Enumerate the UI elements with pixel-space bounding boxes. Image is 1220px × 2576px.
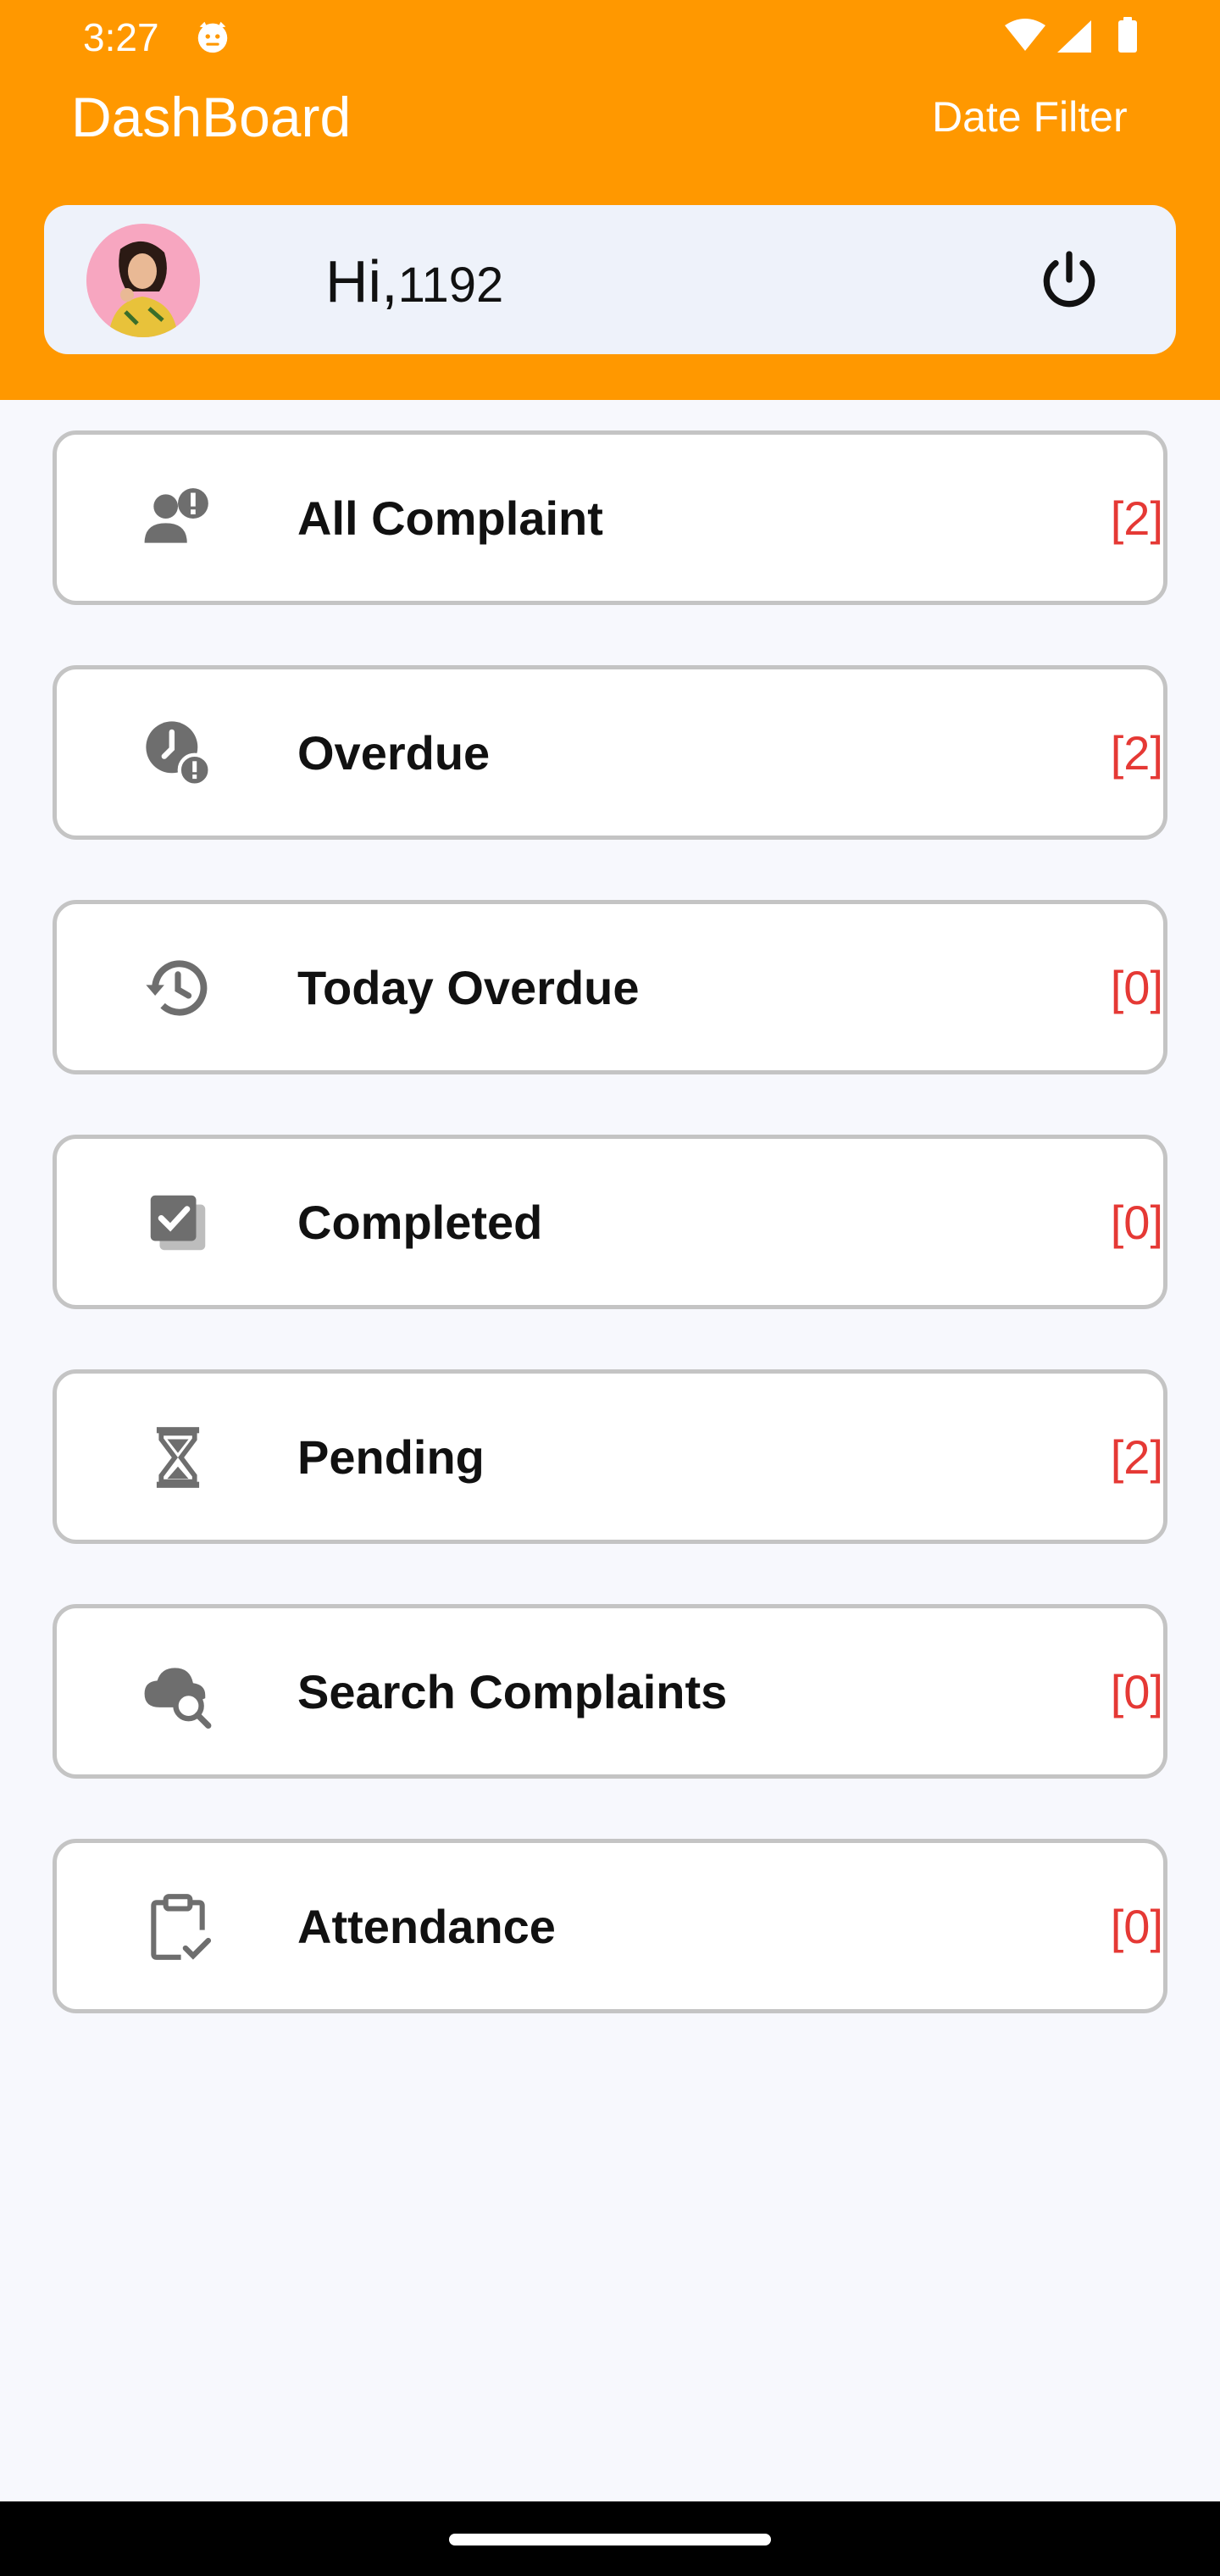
app-header: 3:27 DashBoard Date Filter Hi,1192: [0, 0, 1220, 400]
menu-item-label: Overdue: [297, 726, 491, 780]
user-avatar-icon: [86, 224, 200, 337]
wifi-icon: [1005, 19, 1045, 51]
menu-item-completed[interactable]: Completed [0]: [53, 1135, 1167, 1309]
status-icons: [1005, 17, 1137, 53]
android-cat-icon: [197, 21, 228, 53]
user-card: Hi,1192: [44, 205, 1176, 354]
menu-item-count: [2]: [1110, 1430, 1163, 1484]
menu-item-count: [2]: [1110, 491, 1163, 545]
menu-item-today-overdue[interactable]: Today Overdue [0]: [53, 900, 1167, 1074]
menu-item-count: [0]: [1110, 1196, 1163, 1249]
menu-item-label: Completed: [297, 1196, 543, 1249]
system-nav-bar: [0, 2501, 1220, 2576]
home-gesture-handle[interactable]: [449, 2534, 771, 2545]
menu-item-label: All Complaint: [297, 491, 603, 545]
greeting-hi: Hi,: [325, 248, 398, 314]
checklist-icon: [150, 1195, 206, 1251]
clock-alert-icon: [146, 721, 212, 787]
menu-item-label: Search Complaints: [297, 1665, 728, 1718]
menu-item-count: [0]: [1110, 1665, 1163, 1718]
signal-icon: [1057, 20, 1091, 53]
status-bar: 3:27: [0, 0, 1220, 75]
app-title: DashBoard: [71, 86, 352, 148]
menu-item-label: Today Overdue: [297, 961, 640, 1014]
menu-item-attendance[interactable]: Attendance [0]: [53, 1839, 1167, 2013]
menu-item-count: [2]: [1110, 726, 1163, 780]
report-user-icon: [144, 488, 208, 543]
power-icon[interactable]: [1035, 246, 1103, 314]
cloud-search-icon: [144, 1668, 212, 1729]
menu-item-label: Pending: [297, 1430, 485, 1484]
menu-item-search-complaints[interactable]: Search Complaints [0]: [53, 1604, 1167, 1779]
date-filter-button[interactable]: Date Filter: [932, 90, 1128, 144]
user-id: 1192: [397, 258, 504, 313]
history-icon: [146, 960, 208, 1016]
menu-item-count: [0]: [1110, 961, 1163, 1014]
status-time: 3:27: [83, 15, 159, 59]
battery-icon: [1118, 20, 1137, 53]
greeting: Hi,1192: [325, 246, 503, 334]
menu-item-pending[interactable]: Pending [2]: [53, 1369, 1167, 1544]
menu-item-count: [0]: [1110, 1900, 1163, 1953]
menu-item-label: Attendance: [297, 1900, 556, 1953]
clipboard-check-icon: [151, 1894, 212, 1960]
hourglass-icon: [156, 1427, 200, 1488]
avatar[interactable]: [86, 224, 200, 337]
menu-item-all-complaint[interactable]: All Complaint [2]: [53, 430, 1167, 605]
menu-item-overdue[interactable]: Overdue [2]: [53, 665, 1167, 840]
